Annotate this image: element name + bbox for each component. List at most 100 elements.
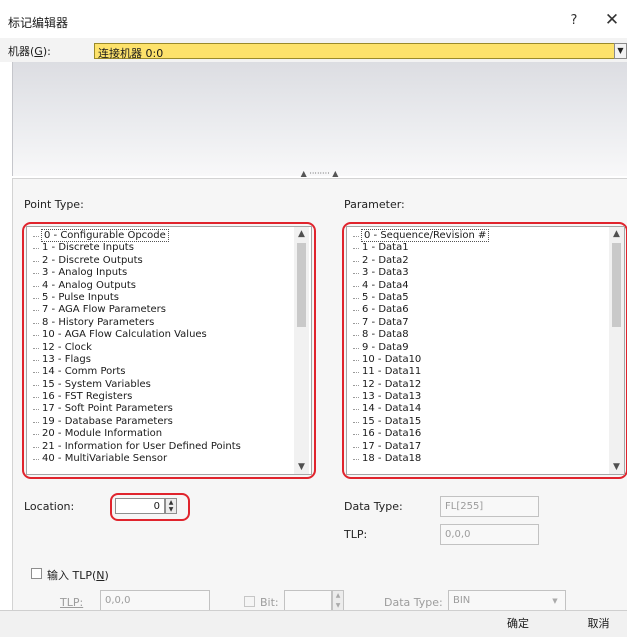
- list-item[interactable]: 4 - Analog Outputs: [27, 280, 241, 292]
- spin-down-icon[interactable]: ▼: [166, 506, 176, 513]
- list-item[interactable]: 13 - Flags: [27, 354, 241, 366]
- list-item-label: 17 - Data17: [362, 440, 422, 452]
- help-button[interactable]: ?: [564, 11, 584, 31]
- list-item-label: 2 - Discrete Outputs: [42, 254, 143, 266]
- list-item[interactable]: 0 - Sequence/Revision #: [347, 229, 490, 242]
- scroll-down-icon[interactable]: ▼: [294, 460, 309, 474]
- list-item[interactable]: 17 - Data17: [347, 441, 489, 453]
- parameter-scrollbar[interactable]: ▲ ▼: [609, 227, 624, 474]
- list-item[interactable]: 3 - Analog Inputs: [27, 267, 241, 279]
- list-item-label: 7 - Data7: [362, 316, 409, 328]
- list-item[interactable]: 13 - Data13: [347, 391, 489, 403]
- list-item-label: 8 - History Parameters: [42, 316, 155, 328]
- list-item[interactable]: 19 - Database Parameters: [27, 416, 241, 428]
- list-item[interactable]: 16 - Data16: [347, 428, 489, 440]
- bottom-data-type-label: Data Type:: [384, 596, 443, 609]
- bottom-tlp-label: TLP:: [60, 596, 84, 609]
- list-item-label: 4 - Data4: [362, 279, 409, 291]
- list-item[interactable]: 11 - Data11: [347, 366, 489, 378]
- list-item[interactable]: 40 - MultiVariable Sensor: [27, 453, 241, 465]
- location-spinner[interactable]: ▲ ▼: [165, 498, 177, 514]
- list-item[interactable]: 21 - Information for User Defined Points: [27, 441, 241, 453]
- device-label: 机器(G):: [8, 45, 51, 58]
- list-item[interactable]: 2 - Data2: [347, 255, 489, 267]
- parameter-list[interactable]: 0 - Sequence/Revision #1 - Data1 2 - Data…: [346, 226, 625, 475]
- list-item-label: 4 - Analog Outputs: [42, 279, 137, 291]
- parameter-label: Parameter:: [344, 198, 405, 211]
- device-value: 连接机器 0:0: [98, 47, 164, 60]
- list-item-label: 2 - Data2: [362, 254, 409, 266]
- list-item[interactable]: 0 - Configurable Opcode: [27, 229, 241, 242]
- list-item[interactable]: 8 - History Parameters: [27, 317, 241, 329]
- list-item-label: 3 - Analog Inputs: [42, 267, 128, 279]
- list-item[interactable]: 1 - Data1: [347, 242, 489, 254]
- list-item[interactable]: 4 - Data4: [347, 280, 489, 292]
- input-tlp-label[interactable]: 输入 TLP(N): [47, 567, 109, 583]
- list-item[interactable]: 12 - Clock: [27, 342, 241, 354]
- list-item-label: 5 - Pulse Inputs: [42, 291, 119, 303]
- list-item[interactable]: 18 - Data18: [347, 453, 489, 465]
- list-item-label: 0 - Sequence/Revision #: [361, 229, 490, 242]
- list-item[interactable]: 9 - Data9: [347, 342, 489, 354]
- list-item[interactable]: 6 - Data6: [347, 304, 489, 316]
- list-item-label: 15 - Data15: [362, 415, 422, 427]
- spin-up-icon[interactable]: ▲: [166, 499, 176, 506]
- list-item-label: 11 - Data11: [362, 366, 422, 378]
- list-item[interactable]: 5 - Pulse Inputs: [27, 292, 241, 304]
- list-item[interactable]: 17 - Soft Point Parameters: [27, 403, 241, 415]
- bit-field: [284, 590, 332, 611]
- cancel-button[interactable]: 取消: [570, 612, 627, 636]
- list-item[interactable]: 12 - Data12: [347, 379, 489, 391]
- list-item-label: 14 - Comm Ports: [42, 366, 126, 378]
- scroll-thumb[interactable]: [297, 243, 306, 327]
- scroll-up-icon[interactable]: ▲: [609, 227, 624, 241]
- input-tlp-checkbox[interactable]: [31, 568, 42, 579]
- list-item[interactable]: 1 - Discrete Inputs: [27, 242, 241, 254]
- bit-label: Bit:: [260, 596, 279, 609]
- point-type-list[interactable]: 0 - Configurable Opcode 1 - Discrete Inpu…: [26, 226, 312, 475]
- list-item[interactable]: 15 - System Variables: [27, 379, 241, 391]
- list-item[interactable]: 14 - Data14: [347, 403, 489, 415]
- point-type-scrollbar[interactable]: ▲ ▼: [294, 227, 309, 474]
- close-button[interactable]: ✕: [602, 10, 622, 30]
- list-item-label: 5 - Data5: [362, 291, 409, 303]
- point-type-items: 0 - Configurable Opcode 1 - Discrete Inpu…: [27, 229, 241, 465]
- list-item[interactable]: 3 - Data3: [347, 267, 489, 279]
- list-item-label: 21 - Information for User Defined Points: [42, 440, 241, 452]
- tlp-field: 0,0,0: [440, 524, 539, 545]
- list-item[interactable]: 7 - AGA Flow Parameters: [27, 304, 241, 316]
- point-type-label: Point Type:: [24, 198, 84, 211]
- location-input[interactable]: 0: [115, 498, 165, 514]
- list-item-label: 16 - FST Registers: [42, 391, 133, 403]
- list-item-label: 20 - Module Information: [42, 428, 163, 440]
- list-item[interactable]: 16 - FST Registers: [27, 391, 241, 403]
- splitter-handle[interactable]: ▲ ········ ▲: [12, 170, 627, 178]
- list-item[interactable]: 10 - Data10: [347, 354, 489, 366]
- scroll-thumb[interactable]: [612, 243, 621, 327]
- list-item[interactable]: 10 - AGA Flow Calculation Values: [27, 329, 241, 341]
- scroll-down-icon[interactable]: ▼: [609, 460, 624, 474]
- list-item[interactable]: 15 - Data15: [347, 416, 489, 428]
- list-item-label: 13 - Data13: [362, 391, 422, 403]
- list-item[interactable]: 14 - Comm Ports: [27, 366, 241, 378]
- tag-preview-area: [12, 62, 627, 176]
- list-item-label: 40 - MultiVariable Sensor: [42, 453, 168, 465]
- list-item[interactable]: 8 - Data8: [347, 329, 489, 341]
- ok-button[interactable]: 确定: [478, 612, 558, 636]
- list-item-label: 18 - Data18: [362, 453, 422, 465]
- list-item-label: 7 - AGA Flow Parameters: [42, 304, 167, 316]
- list-item-label: 8 - Data8: [362, 329, 409, 341]
- list-item-label: 10 - Data10: [362, 353, 422, 365]
- list-item[interactable]: 7 - Data7: [347, 317, 489, 329]
- device-combobox[interactable]: 连接机器 0:0: [94, 43, 615, 60]
- list-item-label: 15 - System Variables: [42, 378, 151, 390]
- device-dropdown-arrow-icon[interactable]: ▼: [614, 43, 627, 59]
- scroll-up-icon[interactable]: ▲: [294, 227, 309, 241]
- list-item-label: 6 - Data6: [362, 304, 409, 316]
- bit-spinner: ▲ ▼: [332, 590, 344, 611]
- list-item[interactable]: 5 - Data5: [347, 292, 489, 304]
- bottom-tlp-field: 0,0,0: [100, 590, 210, 611]
- list-item[interactable]: 20 - Module Information: [27, 428, 241, 440]
- list-item-label: 0 - Configurable Opcode: [41, 229, 169, 242]
- list-item[interactable]: 2 - Discrete Outputs: [27, 255, 241, 267]
